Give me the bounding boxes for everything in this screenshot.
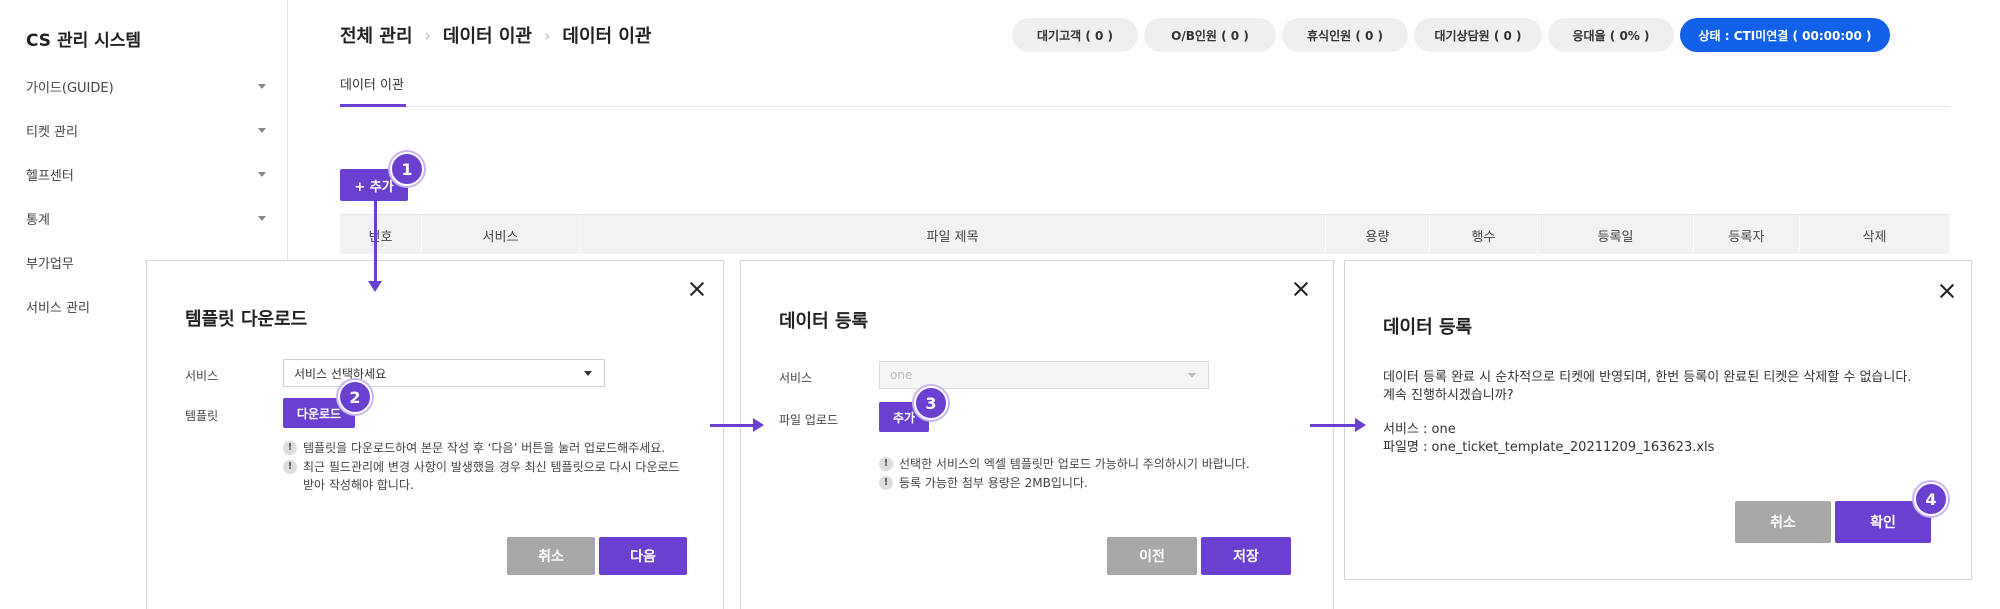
file-name-info: 파일명 : one_ticket_template_20211209_16362… xyxy=(1383,440,1715,455)
modal-title: 데이터 등록 xyxy=(779,311,869,332)
arrow-right-icon xyxy=(1310,418,1366,432)
modal-title: 템플릿 다운로드 xyxy=(185,309,308,330)
chevron-down-icon xyxy=(258,83,266,89)
chevron-down-icon xyxy=(258,127,266,133)
sidebar-item-helpcenter[interactable]: 헬프센터 xyxy=(26,161,266,187)
sidebar-item-tickets[interactable]: 티켓 관리 xyxy=(26,117,266,143)
exclamation-icon: ! xyxy=(283,441,297,455)
status-waiting-customers: 대기고객 ( 0 ) xyxy=(1012,18,1138,52)
step-badge-4: 4 xyxy=(1914,482,1948,516)
column-header: 서비스 xyxy=(422,215,580,255)
exclamation-icon: ! xyxy=(879,476,893,490)
table-header: 번호 서비스 파일 제목 용량 행수 등록일 등록자 삭제 xyxy=(340,214,1950,255)
notice-text-content: 등록 가능한 첨부 용량은 2MB입니다. xyxy=(899,476,1088,490)
status-resting-agents: 휴식인원 ( 0 ) xyxy=(1282,18,1408,52)
sidebar-item-label: 헬프센터 xyxy=(26,168,74,184)
service-select[interactable]: 서비스 선택하세요 xyxy=(283,359,605,387)
chevron-down-icon xyxy=(1188,373,1196,378)
arrow-down-icon xyxy=(368,198,382,292)
data-register-modal: 데이터 등록 서비스 one 파일 업로드 추가 ! 선택한 서비스의 엑셀 템… xyxy=(740,260,1334,609)
cancel-button[interactable]: 취소 xyxy=(507,537,595,575)
template-label: 템플릿 xyxy=(185,409,219,423)
exclamation-icon: ! xyxy=(879,457,893,471)
cti-status-button[interactable]: 상태 : CTI미연결 ( 00:00:00 ) xyxy=(1680,18,1890,52)
status-waiting-agents: 대기상담원 ( 0 ) xyxy=(1414,18,1542,52)
sidebar-item-label: 티켓 관리 xyxy=(26,124,78,140)
close-icon[interactable] xyxy=(1939,283,1955,299)
confirm-message: 데이터 등록 완료 시 순차적으로 티켓에 반영되며, 한번 등록이 완료된 티… xyxy=(1383,370,1912,385)
breadcrumb-item[interactable]: 전체 관리 xyxy=(340,22,413,48)
status-response-rate: 응대율 ( 0% ) xyxy=(1548,18,1674,52)
notice-text-content: 선택한 서비스의 엑셀 템플릿만 업로드 가능하니 주의하시기 바랍니다. xyxy=(899,457,1250,471)
exclamation-icon: ! xyxy=(283,460,297,474)
step-badge-1: 1 xyxy=(390,152,424,186)
column-header: 파일 제목 xyxy=(580,215,1326,255)
chevron-right-icon: › xyxy=(544,25,551,45)
sidebar-item-label: 가이드(GUIDE) xyxy=(26,80,114,96)
cancel-button[interactable]: 취소 xyxy=(1735,501,1831,543)
step-badge-2: 2 xyxy=(338,380,372,414)
sidebar-item-label: 부가업무 xyxy=(26,256,74,272)
service-select-value: 서비스 선택하세요 xyxy=(294,366,387,381)
step-badge-3: 3 xyxy=(914,386,948,420)
service-select-value: one xyxy=(890,368,913,382)
service-label: 서비스 xyxy=(779,371,813,385)
close-icon[interactable] xyxy=(1293,281,1309,297)
divider xyxy=(340,106,1950,107)
tab-data-migration[interactable]: 데이터 이관 xyxy=(340,74,404,93)
sidebar-item-guide[interactable]: 가이드(GUIDE) xyxy=(26,73,266,99)
arrow-right-icon xyxy=(710,418,764,432)
sidebar-item-label: 통계 xyxy=(26,212,50,228)
sidebar-item-stats[interactable]: 통계 xyxy=(26,205,266,231)
column-header: 번호 xyxy=(340,215,422,255)
confirm-question: 계속 진행하시겠습니까? xyxy=(1383,388,1514,403)
file-upload-label: 파일 업로드 xyxy=(779,413,839,427)
chevron-right-icon: › xyxy=(424,25,431,45)
column-header: 삭제 xyxy=(1800,215,1950,255)
column-header: 용량 xyxy=(1326,215,1430,255)
notice-text: ! 최근 필드관리에 변경 사항이 발생했을 경우 최신 템플릿으로 다시 다운… xyxy=(283,458,693,494)
sidebar-item-label: 서비스 관리 xyxy=(26,300,90,316)
chevron-down-icon xyxy=(584,371,592,376)
notice-text: ! 템플릿을 다운로드하여 본문 작성 후 ‘다음’ 버튼을 눌러 업로드해주세… xyxy=(283,439,693,457)
breadcrumb-item: 데이터 이관 xyxy=(562,26,652,47)
status-ob-agents: O/B인원 ( 0 ) xyxy=(1144,18,1276,52)
data-register-confirm-modal: 데이터 등록 데이터 등록 완료 시 순차적으로 티켓에 반영되며, 한번 등록… xyxy=(1344,260,1972,580)
prev-button[interactable]: 이전 xyxy=(1107,537,1197,575)
column-header: 등록일 xyxy=(1538,215,1694,255)
save-button[interactable]: 저장 xyxy=(1201,537,1291,575)
notice-text: ! 등록 가능한 첨부 용량은 2MB입니다. xyxy=(879,474,1309,492)
column-header: 등록자 xyxy=(1694,215,1800,255)
status-bar: 대기고객 ( 0 ) O/B인원 ( 0 ) 휴식인원 ( 0 ) 대기상담원 … xyxy=(1012,18,1890,52)
chevron-down-icon xyxy=(258,215,266,221)
notice-text-content: 템플릿을 다운로드하여 본문 작성 후 ‘다음’ 버튼을 눌러 업로드해주세요. xyxy=(303,441,666,455)
next-button[interactable]: 다음 xyxy=(599,537,687,575)
service-select: one xyxy=(879,361,1209,389)
service-info: 서비스 : one xyxy=(1383,422,1456,437)
chevron-down-icon xyxy=(258,171,266,177)
notice-text-content: 최근 필드관리에 변경 사항이 발생했을 경우 최신 템플릿으로 다시 다운로드… xyxy=(303,460,680,492)
tab-active-indicator xyxy=(340,104,406,107)
app-title: CS 관리 시스템 xyxy=(26,31,142,51)
modal-title: 데이터 등록 xyxy=(1383,317,1473,338)
breadcrumb: 전체 관리 › 데이터 이관 › 데이터 이관 xyxy=(340,22,651,48)
column-header: 행수 xyxy=(1430,215,1538,255)
breadcrumb-item[interactable]: 데이터 이관 xyxy=(443,22,532,48)
service-label: 서비스 xyxy=(185,369,219,383)
notice-text: ! 선택한 서비스의 엑셀 템플릿만 업로드 가능하니 주의하시기 바랍니다. xyxy=(879,455,1309,473)
close-icon[interactable] xyxy=(689,281,705,297)
template-download-modal: 템플릿 다운로드 서비스 서비스 선택하세요 템플릿 다운로드 ! 템플릿을 다… xyxy=(146,260,724,609)
